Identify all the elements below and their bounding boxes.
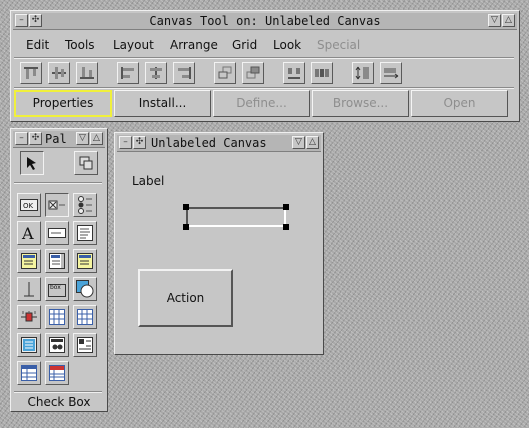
selection-handle[interactable] [183,224,189,230]
view-holder-icon[interactable] [73,277,97,301]
check-box-icon[interactable] [45,193,69,217]
maximize-icon[interactable]: △ [90,132,103,145]
properties-button[interactable]: Properties [14,90,112,117]
canvas-title: Unlabeled Canvas [151,136,267,150]
selection-handle[interactable] [183,204,189,210]
menu-special[interactable]: Special [317,35,360,55]
browse-button[interactable]: Browse... [312,90,409,117]
canvas-input-field[interactable] [186,207,286,227]
move-icon[interactable]: ✣ [29,132,42,145]
menu-look[interactable]: Look [273,35,301,55]
minimize-icon[interactable]: ▽ [76,132,89,145]
canvas-label-widget[interactable]: Label [132,173,164,189]
canvas-action-button[interactable]: Action [138,269,233,327]
palette-status-text: Check Box [27,395,91,409]
maximize-icon[interactable]: △ [306,136,319,149]
radio-button-icon[interactable] [73,193,97,217]
selection-handle[interactable] [283,224,289,230]
menu-arrange[interactable]: Arrange [170,35,218,55]
list-view-icon[interactable] [45,249,69,273]
minimize-icon[interactable]: ▽ [488,14,501,27]
subcanvas-icon[interactable] [73,333,97,357]
menu-edit[interactable]: Edit [26,35,49,55]
data-set-icon[interactable] [73,305,97,329]
palette-separator-top [14,182,102,184]
dataset-view-icon[interactable] [17,361,41,385]
ungroup-icon[interactable] [311,62,333,84]
maximize-icon[interactable]: △ [502,14,515,27]
text-editor-icon[interactable] [73,221,97,245]
align-centers-icon[interactable] [145,62,167,84]
window-menu-icon[interactable]: – [119,136,132,149]
svg-text:OK: OK [23,202,34,210]
combo-list-icon[interactable] [73,249,97,273]
minimize-icon[interactable]: ▽ [292,136,305,149]
align-tops-icon[interactable] [20,62,42,84]
open-button[interactable]: Open [411,90,508,117]
svg-text:A: A [21,225,34,241]
selection-handle[interactable] [283,204,289,210]
menu-layout[interactable]: Layout [113,35,154,55]
pointer-icon[interactable] [20,151,44,175]
region-icon[interactable]: box [45,277,69,301]
align-bottoms-icon[interactable] [76,62,98,84]
picture-icon[interactable] [45,333,69,357]
button-widget-icon[interactable]: OK [17,193,41,217]
slider-icon[interactable] [17,305,41,329]
table-icon[interactable] [45,305,69,329]
equal-height-icon[interactable] [352,62,374,84]
align-rights-icon[interactable] [173,62,195,84]
palette-title-bar[interactable]: – ✣ Pal ▽ △ [13,131,105,148]
menu-grid[interactable]: Grid [232,35,257,55]
align-middles-icon[interactable] [48,62,70,84]
label-icon[interactable]: A [17,221,41,245]
notebook-icon[interactable] [17,333,41,357]
tab-control-icon[interactable] [45,361,69,385]
equal-width-icon[interactable] [380,62,402,84]
toolbar-separator [14,87,514,89]
menu-button-icon[interactable] [17,249,41,273]
window-menu-icon[interactable]: – [15,132,28,145]
define-button[interactable]: Define... [213,90,310,117]
install-button[interactable]: Install... [114,90,211,117]
palette-separator-bottom [14,391,102,393]
palette-title: Pal [45,132,67,146]
input-field-icon[interactable] [45,221,69,245]
move-to-back-icon[interactable] [242,62,264,84]
align-lefts-icon[interactable] [117,62,139,84]
menu-separator [14,57,514,59]
menu-tools[interactable]: Tools [65,35,95,55]
group-widget-icon[interactable] [74,151,98,175]
svg-text:box: box [50,284,61,291]
group-icon[interactable] [283,62,305,84]
move-icon[interactable]: ✣ [133,136,146,149]
divider-icon[interactable] [17,277,41,301]
canvas-title-bar[interactable]: – ✣ Unlabeled Canvas ▽ △ [117,135,321,152]
window-title: Canvas Tool on: Unlabeled Canvas [149,14,381,28]
title-bar[interactable]: – ✣ Canvas Tool on: Unlabeled Canvas ▽ △ [13,13,517,30]
move-to-front-icon[interactable] [214,62,236,84]
